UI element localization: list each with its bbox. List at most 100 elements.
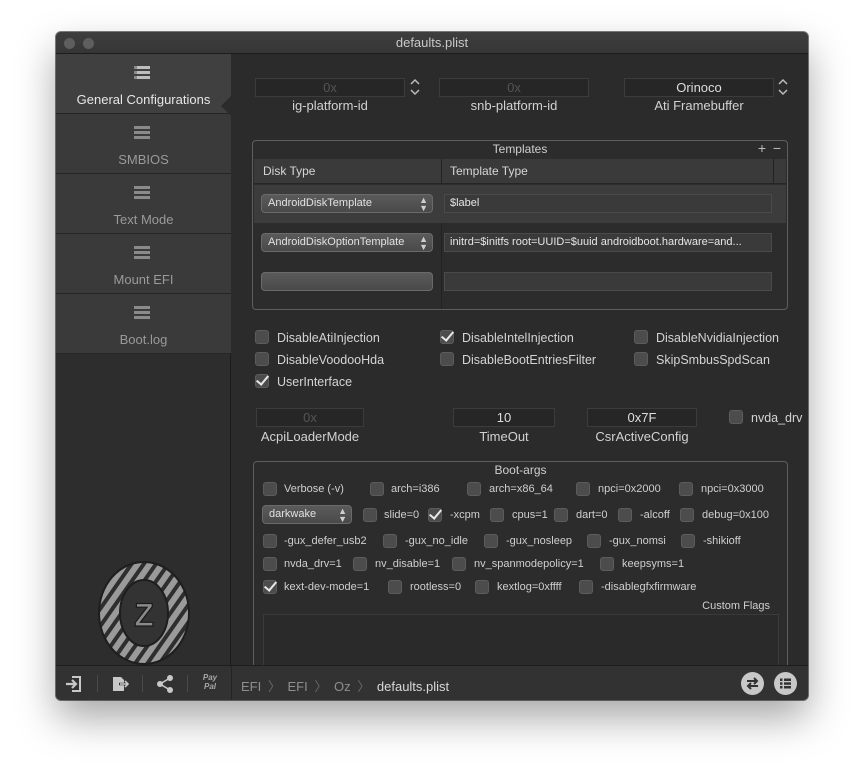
sidebar-item-label: Boot.log [119,332,168,347]
disable-boot-entries-filter-checkbox[interactable] [440,352,454,366]
boot-arg-label: nv_disable=1 [375,558,441,570]
menu-button[interactable] [774,672,797,695]
disable-intel-injection-checkbox[interactable] [440,330,454,344]
disk-type-popup[interactable]: AndroidDiskTemplate ▲ ▼ [261,194,433,213]
boot-arg-checkbox[interactable] [600,557,614,571]
disable-ati-injection-label: DisableAtiInjection [277,331,380,345]
sidebar-item-boot-log[interactable]: Boot.log [56,294,231,354]
acpi-loader-mode-field[interactable]: 0x [256,408,364,427]
custom-flags-field[interactable] [263,614,779,671]
popup-chevron-icon: ▲ ▼ [419,195,428,213]
skip-smbus-spd-scan-checkbox[interactable] [634,352,648,366]
sidebar-item-general-configurations[interactable]: General Configurations [56,54,231,114]
boot-arg-checkbox[interactable] [467,482,481,496]
boot-arg-checkbox[interactable] [679,482,693,496]
boot-arg-checkbox[interactable] [484,534,498,548]
paypal-donate-button[interactable]: Pay Pal [199,673,221,691]
column-disk-type[interactable]: Disk Type [263,164,315,178]
breadcrumb: EFI 〉 EFI 〉 Oz 〉 defaults.plist [241,679,450,694]
boot-arg-label: cpus=1 [512,509,548,521]
disable-ati-injection-checkbox[interactable] [255,330,269,344]
boot-arg-label: -xcpm [450,509,480,521]
template-type-field[interactable]: initrd=$initfs root=UUID=$uuid androidbo… [444,233,772,252]
boot-arg-checkbox[interactable] [587,534,601,548]
boot-arg-checkbox[interactable] [353,557,367,571]
share-icon[interactable] [155,674,175,694]
user-interface-checkbox[interactable] [255,374,269,388]
disable-voodoo-hda-checkbox[interactable] [255,352,269,366]
remove-template-button[interactable]: − [773,141,781,156]
boot-arg-label: npci=0x2000 [598,483,661,495]
sidebar-item-mount-efi[interactable]: Mount EFI [56,234,231,294]
boot-arg-checkbox[interactable] [475,580,489,594]
convert-button[interactable] [741,672,764,695]
boot-arg-checkbox[interactable] [263,580,277,594]
boot-arg-checkbox[interactable] [263,534,277,548]
boot-arg-checkbox[interactable] [681,534,695,548]
column-template-type[interactable]: Template Type [450,164,528,178]
sidebar-item-label: SMBIOS [118,152,169,167]
user-interface-label: UserInterface [277,375,353,389]
csr-active-config-field[interactable]: 0x7F [587,408,697,427]
boot-arg-label: kextlog=0xffff [497,581,562,593]
breadcrumb-item[interactable]: EFI [241,679,261,694]
snb-platform-id-field[interactable]: 0x [439,78,589,97]
boot-arg-checkbox[interactable] [263,482,277,496]
app-window: defaults.plist General Configurations SM… [56,32,808,700]
boot-arg-checkbox[interactable] [579,580,593,594]
list-icon [134,306,150,320]
boot-arg-checkbox[interactable] [383,534,397,548]
boot-arg-checkbox[interactable] [680,508,694,522]
boot-arg-checkbox[interactable] [576,482,590,496]
disable-intel-injection-label: DisableIntelInjection [462,331,574,345]
boot-arg-checkbox[interactable] [452,557,466,571]
disk-type-popup[interactable]: AndroidDiskOptionTemplate ▲ ▼ [261,233,433,252]
ati-framebuffer-field[interactable]: Orinoco [624,78,774,97]
boot-arg-checkbox[interactable] [554,508,568,522]
boot-arg-label: arch=x86_64 [489,483,553,495]
breadcrumb-current[interactable]: defaults.plist [377,679,449,694]
main-panel: 0x ig-platform-id 0x snb-platform-id Ori… [232,54,808,681]
sidebar-item-text-mode[interactable]: Text Mode [56,174,231,234]
bottom-bar: Pay Pal EFI 〉 EFI 〉 Oz 〉 defaults.plist [56,665,808,700]
boot-arg-label: slide=0 [384,509,420,521]
table-row[interactable]: AndroidDiskOptionTemplate ▲ ▼ initrd=$ini… [254,224,786,262]
ig-platform-id-field[interactable]: 0x [255,78,405,97]
boot-arg-checkbox[interactable] [428,508,442,522]
export-icon[interactable] [110,674,130,694]
template-type-field[interactable]: $label [444,194,772,213]
boot-arg-label: -disablegfxfirmware [601,581,697,593]
table-row-partial [254,263,786,301]
sidebar-item-smbios[interactable]: SMBIOS [56,114,231,174]
boot-arg-checkbox[interactable] [263,557,277,571]
ati-framebuffer-stepper[interactable] [778,78,788,96]
window-title: defaults.plist [395,35,469,50]
boot-args-group: Boot-args Verbose (-v) arch=i386 arch=x8… [253,461,788,681]
ati-framebuffer-label: Ati Framebuffer [654,98,744,113]
disable-boot-entries-filter-label: DisableBootEntriesFilter [462,353,597,367]
disable-nvidia-injection-label: DisableNvidiaInjection [656,331,779,345]
boot-arg-checkbox[interactable] [490,508,504,522]
boot-arg-checkbox[interactable] [363,508,377,522]
disable-voodoo-hda-label: DisableVoodooHda [277,353,385,367]
boot-arg-label: npci=0x3000 [701,483,764,495]
breadcrumb-item[interactable]: EFI [288,679,308,694]
table-row[interactable]: AndroidDiskTemplate ▲ ▼ $label [254,185,786,223]
boot-arg-label: rootless=0 [410,581,462,593]
ig-platform-id-stepper[interactable] [410,78,420,96]
darkwake-popup[interactable]: darkwake ▲ ▼ [262,505,352,524]
disable-nvidia-injection-checkbox[interactable] [634,330,648,344]
add-template-button[interactable]: + [758,141,766,156]
breadcrumb-item[interactable]: Oz [334,679,351,694]
nvda-drv-checkbox[interactable] [729,410,743,424]
boot-arg-checkbox[interactable] [618,508,632,522]
boot-arg-checkbox[interactable] [388,580,402,594]
oz-logo: Z [98,561,190,665]
import-icon[interactable] [64,674,84,694]
boot-arg-checkbox[interactable] [370,482,384,496]
boot-arg-label: arch=i386 [391,483,440,495]
timeout-field[interactable]: 10 [453,408,555,427]
list-icon [134,66,150,80]
templates-title: Templates [492,142,548,156]
boot-arg-label: Verbose (-v) [284,483,344,495]
